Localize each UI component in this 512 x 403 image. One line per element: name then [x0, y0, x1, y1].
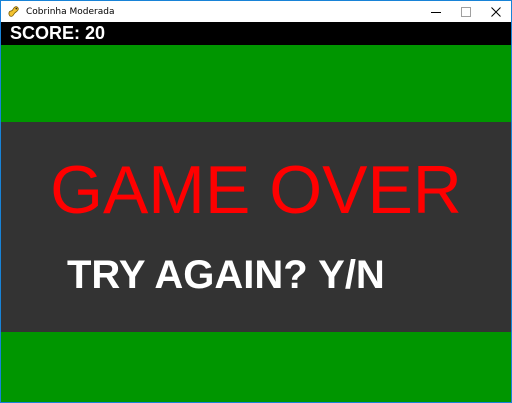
score-bar: SCORE: 20	[1, 22, 511, 45]
title-bar[interactable]: Cobrinha Moderada	[1, 1, 511, 22]
maximize-icon	[461, 6, 471, 17]
window-title: Cobrinha Moderada	[26, 6, 115, 17]
game-over-title: GAME OVER	[50, 152, 462, 228]
close-icon	[491, 6, 501, 17]
close-button[interactable]	[481, 1, 511, 22]
app-window: Cobrinha Moderada SCORE: 20 GAME OVER TR…	[0, 0, 512, 403]
game-over-panel: GAME OVER TRY AGAIN? Y/N	[1, 122, 511, 332]
minimize-icon	[431, 7, 441, 17]
game-canvas[interactable]: SCORE: 20 GAME OVER TRY AGAIN? Y/N	[1, 22, 511, 402]
maximize-button[interactable]	[451, 1, 481, 22]
score-label: SCORE: 20	[10, 23, 106, 43]
minimize-button[interactable]	[421, 1, 451, 22]
pygame-snake-icon	[6, 5, 20, 19]
try-again-prompt: TRY AGAIN? Y/N	[67, 253, 385, 297]
window-controls	[421, 1, 511, 22]
